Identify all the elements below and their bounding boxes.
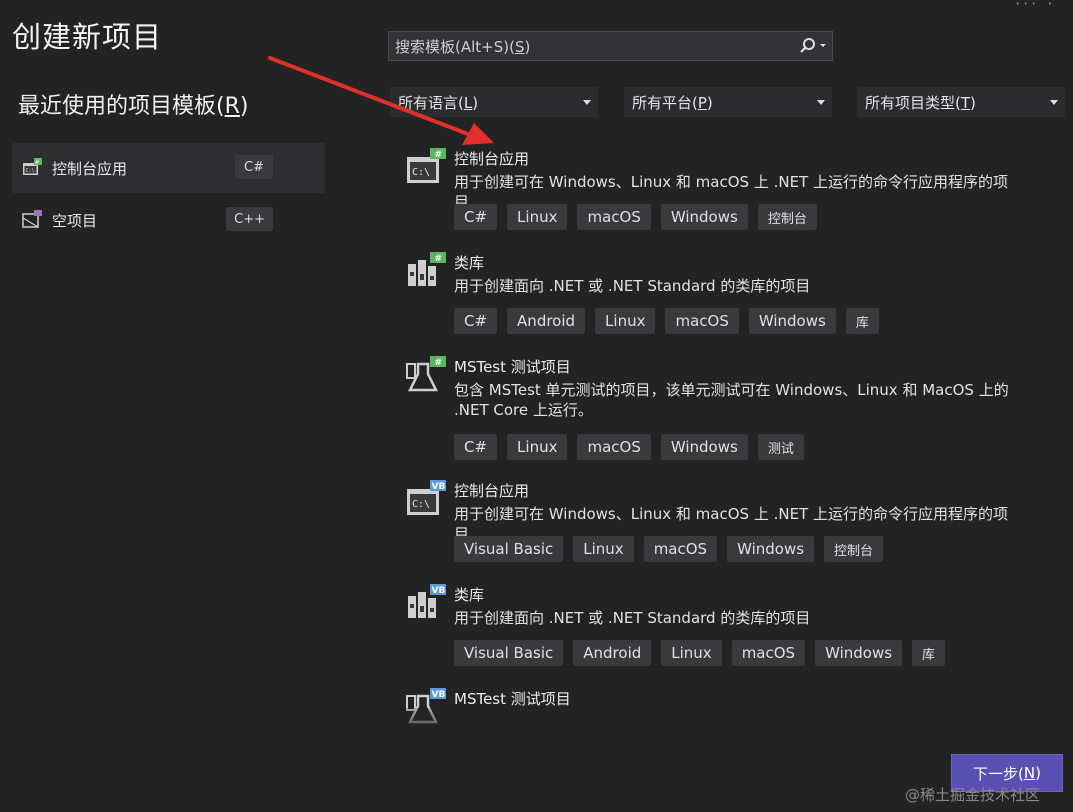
annotation-arrow-icon xyxy=(268,56,494,145)
watermark: @稀土掘金技术社区 xyxy=(905,786,1041,804)
